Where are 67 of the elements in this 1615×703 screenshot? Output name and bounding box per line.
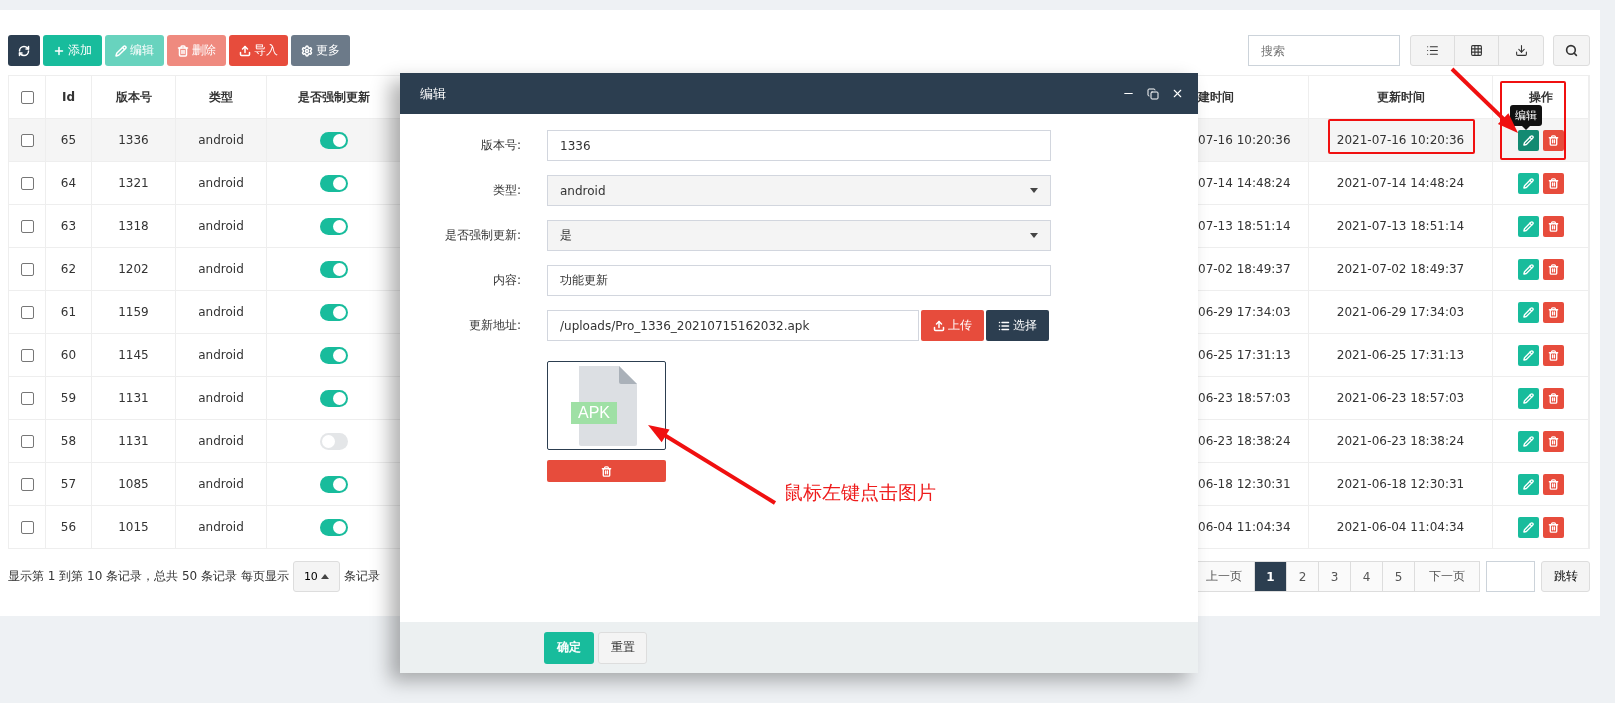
annotation-text: 鼠标左键点击图片 bbox=[784, 480, 936, 505]
table-cell: 2021-06-25 17:31:13 bbox=[1336, 348, 1465, 362]
file-type-badge: APK bbox=[571, 402, 617, 424]
table-cell: 2021-06-23 18:57:03 bbox=[1336, 391, 1465, 405]
dialog-title: 编辑 bbox=[420, 84, 447, 103]
table-cell: 07-16 10:20:36 bbox=[1198, 133, 1291, 147]
table-cell: 56 bbox=[60, 520, 77, 534]
table-cell: android bbox=[198, 305, 244, 319]
table-cell: android bbox=[198, 176, 244, 190]
table-cell: 06-25 17:31:13 bbox=[1198, 348, 1291, 362]
column-header: 建时间 bbox=[1198, 88, 1234, 106]
table-cell: 2021-06-04 11:04:34 bbox=[1336, 520, 1465, 534]
table-cell: android bbox=[198, 434, 244, 448]
table-cell: 1145 bbox=[118, 348, 149, 362]
table-cell: 58 bbox=[60, 434, 77, 448]
table-cell: 07-02 18:49:37 bbox=[1198, 262, 1291, 276]
column-header: 类型 bbox=[209, 88, 233, 106]
table-cell: android bbox=[198, 262, 244, 276]
table-cell: 1336 bbox=[118, 133, 149, 147]
table-cell: android bbox=[198, 520, 244, 534]
table-cell: 2021-07-14 14:48:24 bbox=[1336, 176, 1465, 190]
field-label: 类型: bbox=[491, 182, 521, 199]
table-cell: 1015 bbox=[118, 520, 149, 534]
pagination-info: 显示第 1 到第 10 条记录，总共 50 条记录 每页显示 bbox=[8, 568, 289, 585]
pagination-suffix: 条记录 bbox=[343, 568, 380, 585]
table-cell: 65 bbox=[60, 133, 77, 147]
field-label: 内容: bbox=[491, 272, 521, 289]
table-cell: 2021-06-29 17:34:03 bbox=[1336, 305, 1465, 319]
table-cell: 1131 bbox=[118, 434, 149, 448]
table-cell: 07-14 14:48:24 bbox=[1198, 176, 1291, 190]
table-cell: 2021-07-16 10:20:36 bbox=[1336, 133, 1465, 147]
table-cell: 2021-06-23 18:38:24 bbox=[1336, 434, 1465, 448]
table-cell: 62 bbox=[60, 262, 77, 276]
column-header: 操作 bbox=[1528, 88, 1553, 106]
table-cell: 61 bbox=[60, 305, 77, 319]
table-cell: 2021-07-13 18:51:14 bbox=[1336, 219, 1465, 233]
table-cell: 2021-07-02 18:49:37 bbox=[1336, 262, 1465, 276]
column-header: 版本号 bbox=[115, 88, 152, 106]
column-header: 是否强制更新 bbox=[297, 88, 370, 106]
table-cell: android bbox=[198, 477, 244, 491]
table-cell: 59 bbox=[60, 391, 77, 405]
table-cell: android bbox=[198, 219, 244, 233]
field-label: 版本号: bbox=[479, 137, 521, 154]
table-cell: 06-23 18:57:03 bbox=[1198, 391, 1291, 405]
table-cell: 2021-06-18 12:30:31 bbox=[1336, 477, 1465, 491]
table-cell: 06-29 17:34:03 bbox=[1198, 305, 1291, 319]
table-cell: android bbox=[198, 133, 244, 147]
table-cell: 64 bbox=[60, 176, 77, 190]
field-label: 更新地址: bbox=[467, 317, 521, 334]
table-cell: 1159 bbox=[118, 305, 149, 319]
column-header: 更新时间 bbox=[1376, 88, 1425, 106]
table-cell: 1131 bbox=[118, 391, 149, 405]
column-header: Id bbox=[61, 90, 76, 104]
table-cell: 57 bbox=[60, 477, 77, 491]
table-cell: 60 bbox=[60, 348, 77, 362]
table-cell: android bbox=[198, 391, 244, 405]
table-cell: 06-23 18:38:24 bbox=[1198, 434, 1291, 448]
table-cell: 1321 bbox=[118, 176, 149, 190]
table-cell: 06-04 11:04:34 bbox=[1198, 520, 1291, 534]
table-cell: 63 bbox=[60, 219, 77, 233]
table-cell: 1202 bbox=[118, 262, 149, 276]
table-cell: 07-13 18:51:14 bbox=[1198, 219, 1291, 233]
field-label: 是否强制更新: bbox=[443, 227, 521, 244]
table-cell: 1085 bbox=[118, 477, 149, 491]
table-cell: 1318 bbox=[118, 219, 149, 233]
table-cell: android bbox=[198, 348, 244, 362]
table-cell: 06-18 12:30:31 bbox=[1198, 477, 1291, 491]
